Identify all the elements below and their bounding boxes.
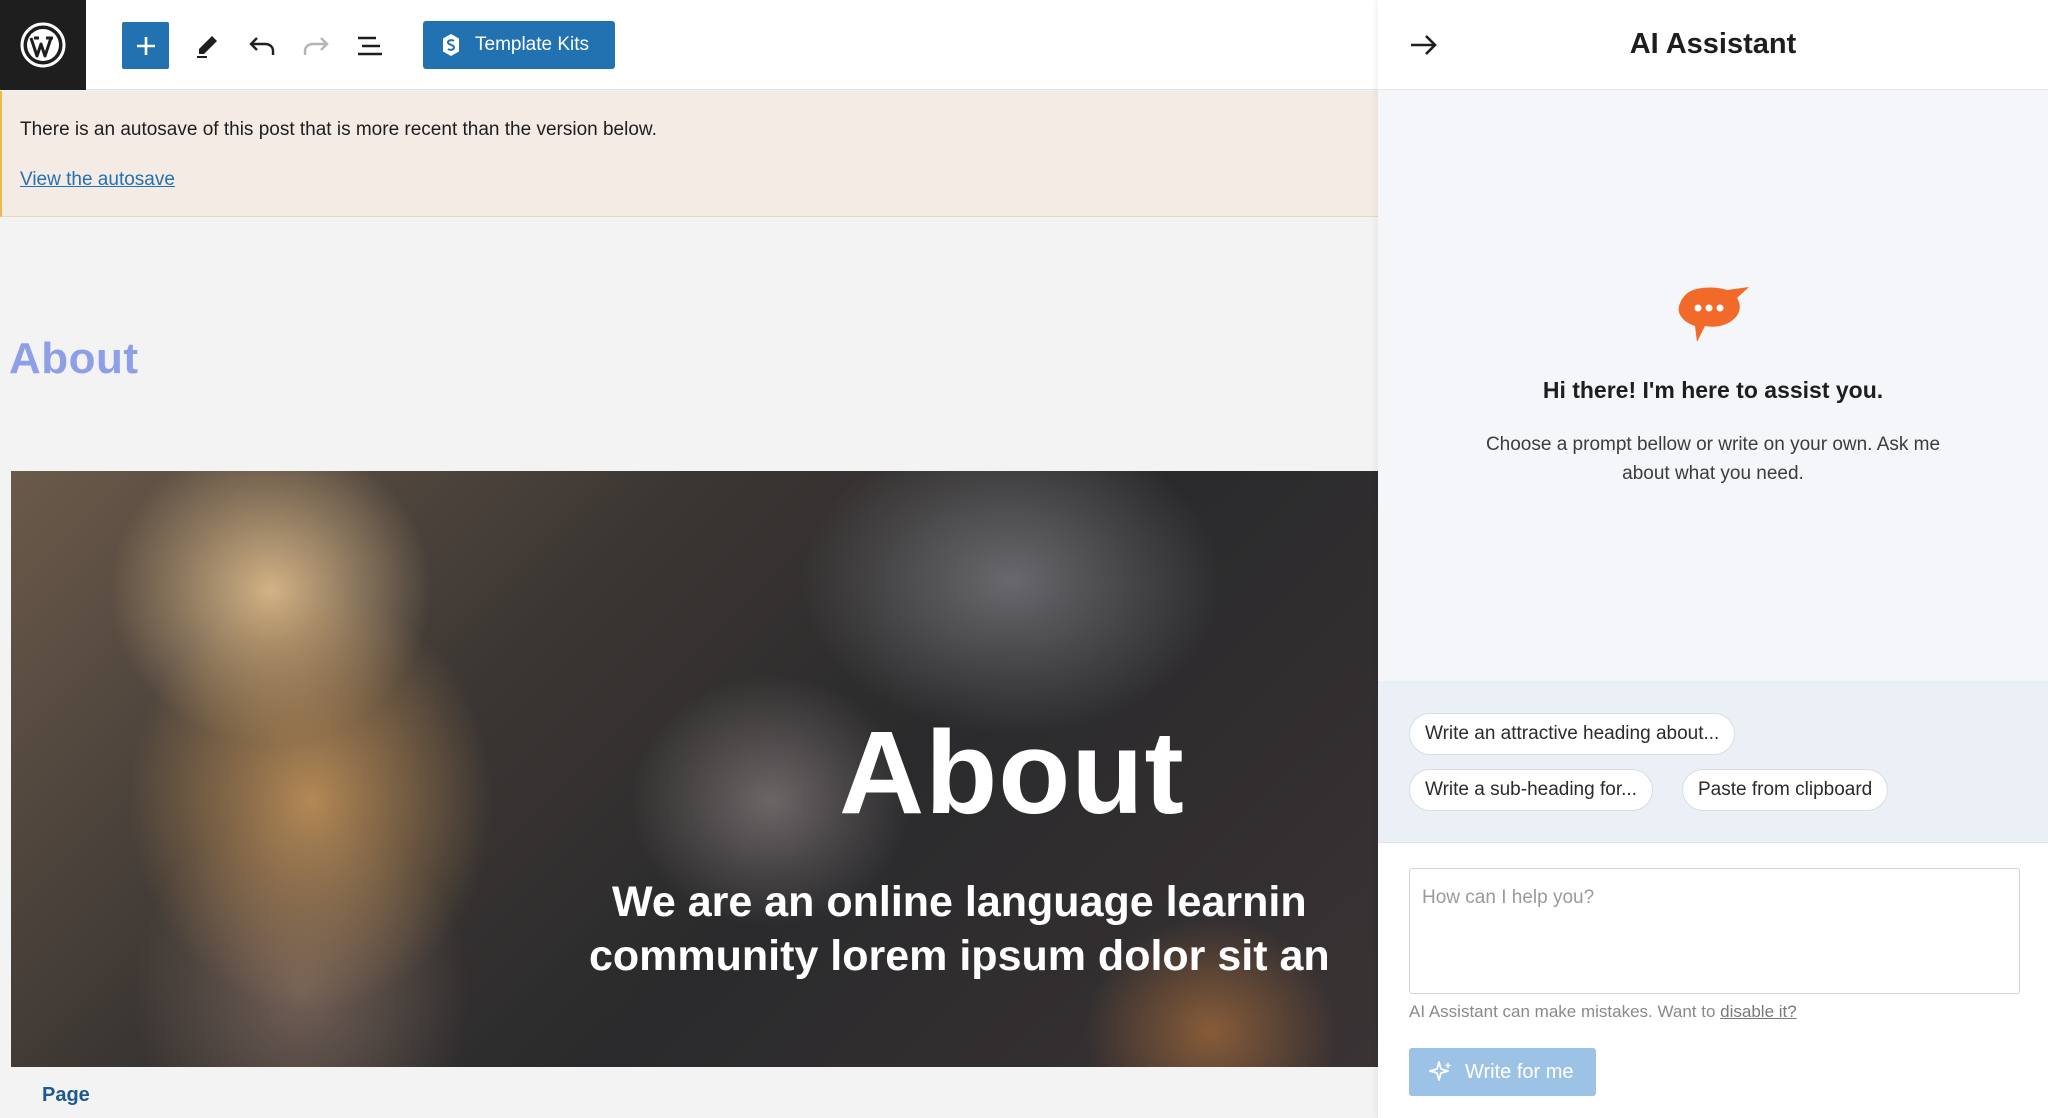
template-kits-icon bbox=[443, 34, 459, 56]
greeting-subtitle: Choose a prompt bellow or write on your … bbox=[1485, 434, 1941, 484]
template-kits-button[interactable]: Template Kits bbox=[423, 21, 615, 69]
undo-icon[interactable] bbox=[242, 26, 282, 66]
prompt-input[interactable] bbox=[1409, 868, 2020, 994]
autosave-message: There is an autosave of this post that i… bbox=[20, 119, 657, 140]
editor-toolbar: Template Kits bbox=[0, 0, 1378, 90]
prompt-chip-heading[interactable]: Write an attractive heading about... bbox=[1409, 713, 1736, 755]
plus-icon bbox=[136, 36, 155, 55]
template-kits-label: Template Kits bbox=[475, 34, 590, 55]
hero-title[interactable]: About bbox=[839, 705, 1185, 841]
panel-header: AI Assistant bbox=[1378, 0, 2048, 90]
prompt-chip-paste[interactable]: Paste from clipboard bbox=[1682, 769, 1889, 811]
prompt-chip-subheading[interactable]: Write a sub-heading for... bbox=[1409, 769, 1653, 811]
pencil-icon[interactable] bbox=[187, 26, 227, 66]
prompt-suggestions: Write an attractive heading about... Wri… bbox=[1378, 681, 2048, 843]
list-view-icon[interactable] bbox=[350, 26, 390, 66]
write-for-me-button[interactable]: Write for me bbox=[1409, 1048, 1596, 1096]
add-block-button[interactable] bbox=[122, 22, 169, 69]
assistant-welcome: Hi there! I'm here to assist you. Choose… bbox=[1378, 90, 2048, 681]
disable-assistant-link[interactable]: disable it? bbox=[1720, 1002, 1797, 1021]
panel-title: AI Assistant bbox=[1629, 28, 1797, 60]
ai-assistant-panel: AI Assistant Hi there! I'm here to assis… bbox=[1378, 0, 2048, 1118]
disclaimer-text: AI Assistant can make mistakes. Want to bbox=[1409, 1002, 1721, 1021]
chat-bubble-icon bbox=[1678, 287, 1749, 342]
hero-subtitle-line-2: community lorem ipsum dolor sit an bbox=[589, 932, 1330, 980]
redo-icon[interactable] bbox=[296, 26, 336, 66]
greeting-title: Hi there! I'm here to assist you. bbox=[1542, 377, 1884, 403]
write-for-me-label: Write for me bbox=[1465, 1060, 1574, 1083]
view-autosave-link[interactable]: View the autosave bbox=[20, 169, 175, 191]
hero-cover-block[interactable]: About We are an online language learnin … bbox=[11, 471, 1378, 1067]
hero-subtitle[interactable]: We are an online language learnin commun… bbox=[589, 875, 1330, 983]
sparkle-icon bbox=[1429, 1061, 1452, 1081]
disclaimer: AI Assistant can make mistakes. Want to … bbox=[1409, 1002, 1797, 1022]
autosave-notice: There is an autosave of this post that i… bbox=[0, 91, 1378, 217]
hero-subtitle-line-1: We are an online language learnin bbox=[612, 878, 1307, 926]
wordpress-logo-icon[interactable] bbox=[0, 0, 86, 90]
breadcrumb-page[interactable]: Page bbox=[42, 1084, 90, 1107]
page-title[interactable]: About bbox=[9, 334, 139, 384]
